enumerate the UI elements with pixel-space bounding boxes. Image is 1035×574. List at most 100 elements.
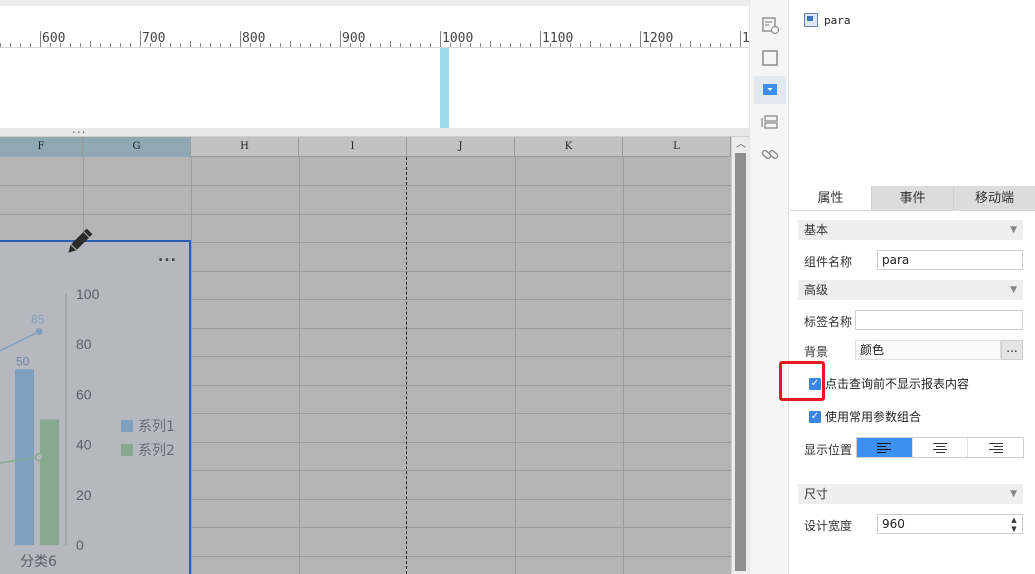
column-header-bar: F G H I J K L [0, 137, 731, 157]
ruler-tick [690, 41, 691, 47]
link-icon[interactable] [759, 143, 781, 165]
ruler-tick [40, 31, 41, 47]
spinner-arrows-icon[interactable]: ▲ ▼ [1009, 516, 1019, 534]
data-label: 50 [16, 354, 30, 368]
design-width-label: 设计宽度 [804, 519, 853, 533]
ruler-tick [570, 43, 571, 47]
ruler-tick [650, 43, 651, 47]
frame-icon[interactable] [759, 47, 781, 69]
edit-pencil-icon[interactable] [62, 225, 96, 259]
tab-properties[interactable]: 属性 [790, 186, 871, 210]
property-panel: 基本 ▼ 组件名称 para 高级 ▼ 标签名称 背景 颜色 ... ✓ 点击查… [790, 211, 1035, 574]
column-header-k[interactable]: K [515, 137, 623, 157]
display-position-label: 显示位置 [804, 443, 853, 457]
design-width-input[interactable]: 960 ▲ ▼ [877, 514, 1023, 534]
chevron-down-icon[interactable]: ▼ [1010, 220, 1017, 240]
column-header-g[interactable]: G [83, 137, 191, 157]
panel-splitter[interactable]: ... [0, 122, 749, 137]
grid-row-line [0, 185, 731, 186]
vertical-scrollbar[interactable]: ︿ [731, 137, 749, 574]
ruler-tick [710, 43, 711, 47]
point-series-2 [34, 452, 44, 462]
bar-series-1 [15, 369, 34, 545]
ruler-tick [280, 43, 281, 47]
ruler-label: 800 [242, 31, 266, 46]
widget-settings-icon[interactable] [759, 14, 781, 36]
grid-column-line [623, 157, 624, 574]
grid-column-line [515, 157, 516, 574]
scrollbar-thumb[interactable] [735, 153, 746, 571]
point-series-1 [35, 328, 43, 336]
tab-mobile[interactable]: 移动端 [953, 186, 1035, 210]
legend-label: 系列2 [138, 443, 175, 459]
data-label: 85 [31, 313, 45, 327]
column-header-h[interactable]: H [191, 137, 299, 157]
width-guide-marker[interactable] [440, 48, 449, 128]
column-header-i[interactable]: I [299, 137, 407, 157]
section-size[interactable]: 尺寸 ▼ [798, 484, 1023, 504]
tree-item-para[interactable]: para [804, 12, 851, 28]
hide-before-query-option[interactable]: ✓ 点击查询前不显示报表内容 [809, 375, 969, 392]
ruler-tick [200, 43, 201, 47]
background-more-button[interactable]: ... [1001, 340, 1023, 360]
chart-more-icon[interactable]: ... [158, 250, 177, 264]
ruler-tick [380, 43, 381, 47]
column-header-j[interactable]: J [407, 137, 515, 157]
column-header-f[interactable]: F [0, 137, 83, 157]
ruler-tick [130, 43, 131, 47]
background-value[interactable]: 颜色 [855, 340, 1001, 360]
ruler-tick [290, 41, 291, 47]
ruler-tick [400, 43, 401, 47]
parameter-panel-icon [804, 13, 818, 27]
use-param-combo-option[interactable]: ✓ 使用常用参数组合 [809, 408, 921, 425]
splitter-grip[interactable]: ... [72, 122, 86, 136]
x-category-label: 分类6 [20, 554, 57, 570]
dropdown-widget-icon-wrapper[interactable] [754, 76, 786, 104]
column-header-l[interactable]: L [623, 137, 731, 157]
ruler-tick [160, 43, 161, 47]
layer-icon[interactable] [759, 111, 781, 133]
ruler-tick [420, 43, 421, 47]
hide-before-query-label: 点击查询前不显示报表内容 [825, 377, 970, 391]
ruler-tick [330, 43, 331, 47]
chart-canvas: 0 20 40 60 80 100 50 85 35 系列1 系列2 分类6 [0, 286, 175, 570]
ruler-tick [450, 43, 451, 47]
checkbox-checked-icon[interactable]: ✓ [809, 410, 821, 423]
ruler-tick [600, 43, 601, 47]
ruler-tick [340, 31, 341, 47]
ruler-label: 900 [342, 31, 366, 46]
ruler-tick [520, 43, 521, 47]
scroll-up-arrow-icon[interactable]: ︿ [735, 139, 747, 151]
tag-name-input[interactable] [855, 310, 1023, 330]
ruler-tick [530, 43, 531, 47]
ruler-label: 600 [42, 31, 66, 46]
ruler-tick [270, 43, 271, 47]
ruler-tick [370, 43, 371, 47]
align-left-button[interactable] [857, 438, 912, 457]
chevron-down-icon[interactable]: ▼ [1010, 280, 1017, 300]
ruler-tick [590, 41, 591, 47]
parameter-panel-canvas[interactable] [0, 48, 749, 128]
chevron-down-icon[interactable]: ▼ [1010, 484, 1017, 504]
y-tick-label: 0 [76, 537, 84, 553]
widget-icon-strip [749, 0, 789, 574]
section-basic[interactable]: 基本 ▼ [798, 220, 1023, 240]
grid-column-line [191, 157, 192, 574]
design-width-value: 960 [882, 517, 905, 531]
ruler-tick [360, 43, 361, 47]
align-right-button[interactable] [967, 438, 1024, 457]
ruler-tick [80, 43, 81, 47]
ruler-tick [540, 31, 541, 47]
ruler-tick [740, 31, 741, 47]
ruler-tick [490, 41, 491, 47]
tag-name-label: 标签名称 [804, 315, 853, 329]
ruler-tick [700, 43, 701, 47]
ruler-tick [720, 43, 721, 47]
chart-widget[interactable]: 0 20 40 60 80 100 50 85 35 系列1 系列2 分类6 ... [0, 240, 191, 574]
section-advanced[interactable]: 高级 ▼ [798, 280, 1023, 300]
ruler-tick [10, 43, 11, 47]
tab-events[interactable]: 事件 [871, 186, 953, 210]
align-center-button[interactable] [911, 438, 968, 457]
dropdown-widget-icon[interactable] [754, 76, 786, 104]
widget-name-input[interactable]: para [877, 250, 1023, 270]
